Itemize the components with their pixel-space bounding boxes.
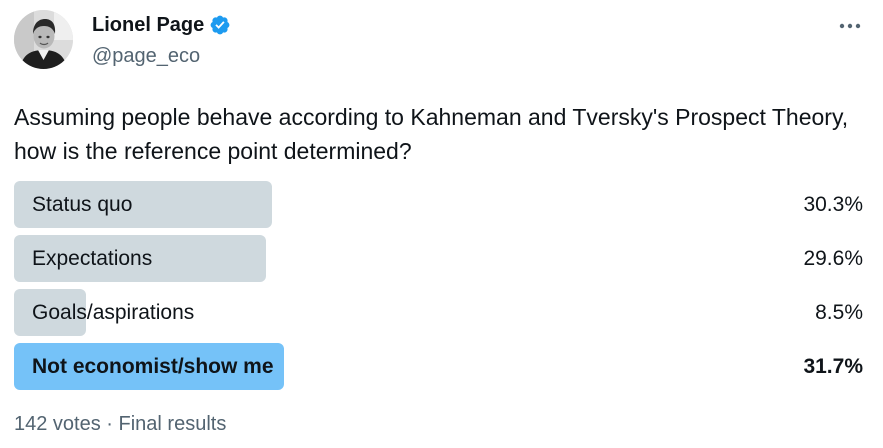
tweet-text: Assuming people behave according to Kahn… (14, 104, 849, 164)
avatar[interactable] (14, 10, 73, 69)
author-info: Lionel Page @page_eco (92, 12, 231, 69)
display-name[interactable]: Lionel Page (92, 12, 204, 38)
poll-option-label: Status quo (32, 193, 133, 216)
poll-option-label: Goals/aspirations (32, 301, 195, 324)
poll-option-percent: 31.7% (803, 355, 863, 378)
poll-footer: 142 votes · Final results (14, 413, 227, 435)
poll-option-label: Not economist/show me (32, 355, 274, 378)
poll-option-label: Expectations (32, 247, 153, 270)
more-options-icon[interactable] (837, 16, 863, 36)
verified-badge-icon[interactable] (209, 14, 231, 36)
poll-option-percent: 30.3% (803, 193, 863, 216)
poll-option-not-economist: Not economist/show me 31.7% (14, 343, 866, 390)
poll-option-percent: 8.5% (815, 301, 863, 324)
poll-option-expectations: Expectations 29.6% (14, 235, 866, 282)
poll: Status quo 30.3% Expectations 29.6% Goal… (14, 181, 866, 397)
author-handle[interactable]: @page_eco (92, 43, 231, 69)
poll-option-percent: 29.6% (803, 247, 863, 270)
name-row: Lionel Page (92, 12, 231, 38)
tweet-header: Lionel Page @page_eco (14, 10, 869, 72)
poll-option-status-quo: Status quo 30.3% (14, 181, 866, 228)
poll-option-goals-aspirations: Goals/aspirations 8.5% (14, 289, 866, 336)
profile-photo (14, 10, 73, 69)
